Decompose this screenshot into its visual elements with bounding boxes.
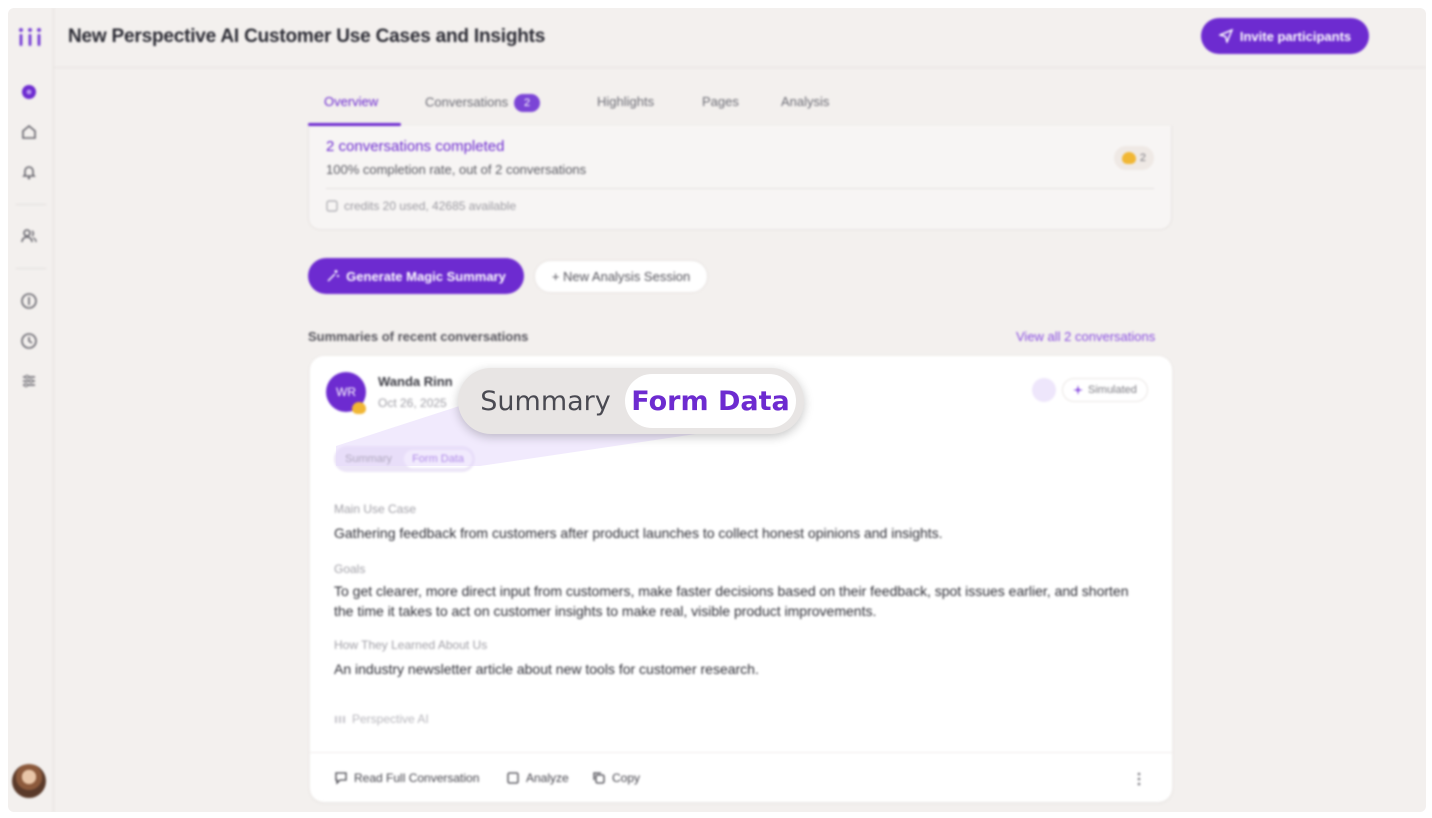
card-footer: Read Full Conversation Analyze Copy [310, 752, 1172, 802]
perspective-logo-icon [335, 716, 345, 723]
sidebar-divider [16, 204, 46, 205]
completion-subtitle: 100% completion rate, out of 2 conversat… [326, 162, 587, 177]
settings-sliders-icon[interactable] [19, 371, 39, 391]
sparkle-icon [1073, 385, 1083, 395]
source-attribution: Perspective AI [334, 712, 429, 726]
send-icon [1218, 29, 1233, 43]
copy-button[interactable]: Copy [592, 771, 640, 785]
summary-toggle-zoomed[interactable]: Summary [466, 374, 625, 428]
summary-formdata-toggle: Summary Form Data [334, 446, 476, 472]
tab-conversations[interactable]: Conversations 2 [425, 94, 541, 112]
form-data-toggle-zoomed[interactable]: Form Data [625, 374, 796, 428]
bookmark-icon[interactable] [1032, 378, 1056, 402]
sidebar-divider [16, 268, 46, 269]
field-value: An industry newsletter article about new… [334, 661, 759, 677]
view-all-conversations-link[interactable]: View all 2 conversations [1016, 329, 1155, 344]
recent-summaries-heading: Summaries of recent conversations [308, 329, 529, 344]
reaction-badge[interactable]: 2 [1113, 146, 1154, 170]
credits-text: credits 20 used, 42685 available [344, 199, 517, 213]
current-project-icon[interactable] [19, 82, 39, 102]
field-label: Goals [334, 562, 366, 576]
form-data-toggle-option[interactable]: Form Data [404, 450, 473, 468]
summary-toggle-option[interactable]: Summary [337, 450, 400, 468]
simulated-badge: Simulated [1062, 378, 1148, 402]
tab-pages[interactable]: Pages [702, 94, 739, 109]
wave-hand-icon [352, 402, 366, 414]
wave-hand-icon [1121, 152, 1136, 164]
generate-magic-summary-label: Generate Magic Summary [346, 268, 506, 284]
field-value: Gathering feedback from customers after … [334, 525, 943, 541]
participant-name: Wanda Rinn [378, 374, 453, 389]
magic-wand-icon [327, 270, 340, 282]
billing-icon[interactable] [19, 291, 39, 311]
perspective-logo-icon[interactable] [17, 26, 43, 48]
people-icon[interactable] [19, 226, 39, 246]
toggle-zoom-callout: Summary Form Data [458, 368, 804, 434]
chat-bubble-icon [335, 772, 347, 785]
read-full-conversation-label: Read Full Conversation [354, 771, 480, 785]
reaction-count: 2 [1139, 152, 1146, 164]
card-more-options-icon[interactable] [1136, 771, 1142, 787]
tab-highlights[interactable]: Highlights [597, 94, 654, 109]
conversations-count-badge: 2 [514, 94, 541, 112]
field-label: How They Learned About Us [334, 638, 488, 652]
history-icon[interactable] [19, 331, 39, 351]
completion-title[interactable]: 2 conversations completed [326, 138, 504, 155]
tab-overview[interactable]: Overview [324, 94, 378, 109]
conversation-date: Oct 26, 2025 [378, 396, 447, 410]
read-full-conversation-button[interactable]: Read Full Conversation [334, 771, 479, 785]
new-analysis-session-button[interactable]: + New Analysis Session [534, 260, 708, 293]
home-icon[interactable] [19, 122, 39, 142]
generate-magic-summary-button[interactable]: Generate Magic Summary [308, 258, 524, 294]
credits-icon [326, 200, 338, 212]
copy-icon [593, 772, 605, 784]
header: New Perspective AI Customer Use Cases an… [54, 8, 1426, 68]
page-title: New Perspective AI Customer Use Cases an… [68, 26, 546, 47]
analyze-icon [507, 772, 519, 784]
field-value: To get clearer, more direct input from c… [334, 583, 1129, 619]
completion-status-card: 2 conversations completed 100% completio… [308, 126, 1172, 230]
copy-label: Copy [612, 771, 641, 785]
analyze-label: Analyze [526, 771, 569, 785]
source-label: Perspective AI [352, 712, 429, 726]
sidebar [8, 8, 54, 812]
invite-participants-label: Invite participants [1239, 28, 1352, 44]
status-divider [326, 188, 1154, 189]
bell-icon[interactable] [19, 162, 39, 182]
simulated-label: Simulated [1088, 384, 1137, 396]
tab-conversations-label: Conversations [425, 94, 509, 110]
user-avatar[interactable] [12, 764, 46, 798]
analyze-button[interactable]: Analyze [506, 771, 569, 785]
field-label: Main Use Case [334, 502, 417, 516]
credits-info: credits 20 used, 42685 available [326, 199, 516, 213]
tab-analysis[interactable]: Analysis [781, 94, 829, 109]
invite-participants-button[interactable]: Invite participants [1201, 18, 1369, 54]
